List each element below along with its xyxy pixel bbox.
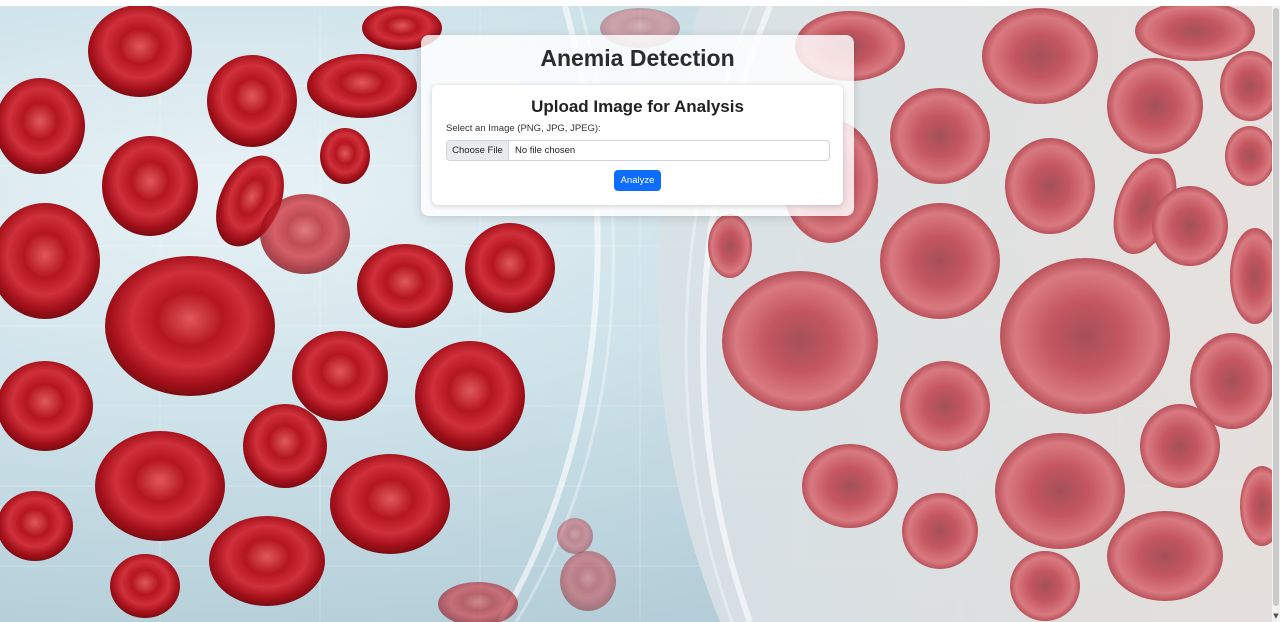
main-container: Anemia Detection Upload Image for Analys…: [421, 35, 854, 216]
choose-file-button[interactable]: Choose File: [447, 141, 509, 160]
page-title: Anemia Detection: [540, 45, 735, 71]
scrollbar-thumb[interactable]: [1273, 8, 1279, 606]
image-field-label: Select an Image (PNG, JPG, JPEG):: [446, 123, 601, 134]
chevron-down-icon[interactable]: ▼: [1272, 612, 1280, 620]
upload-card-title: Upload Image for Analysis: [531, 97, 744, 116]
upload-card: Upload Image for Analysis Select an Imag…: [432, 85, 843, 205]
image-file-input[interactable]: Choose File No file chosen: [446, 140, 830, 161]
analyze-button[interactable]: Analyze: [614, 170, 661, 191]
file-status-text: No file chosen: [515, 145, 576, 156]
vertical-scrollbar[interactable]: ▼: [1272, 6, 1280, 622]
